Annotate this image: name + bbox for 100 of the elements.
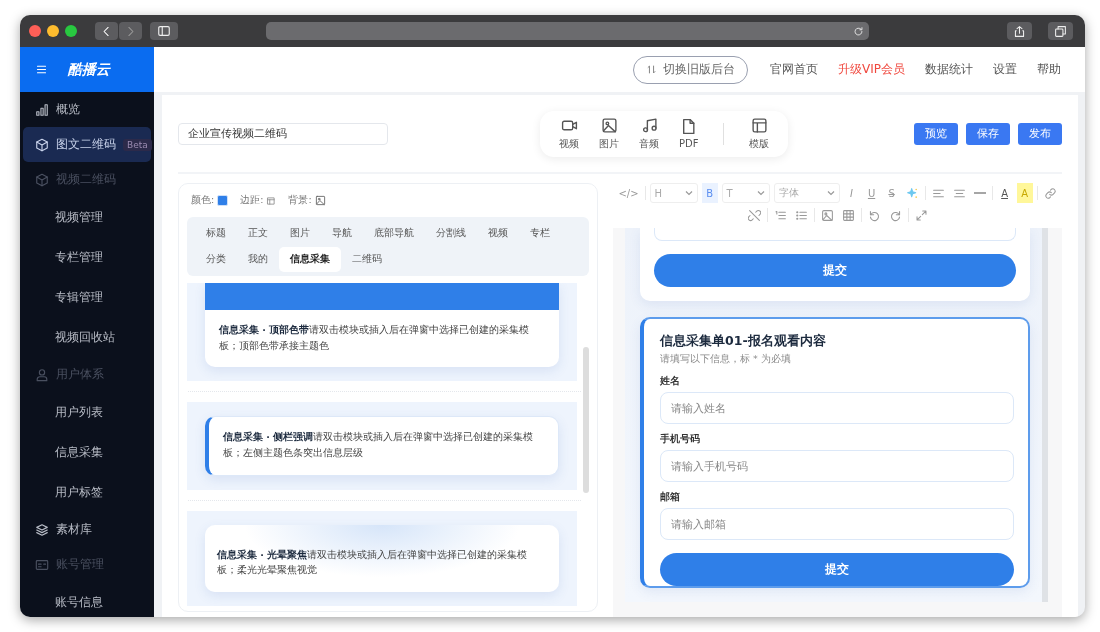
submit-button[interactable]: 提交 — [660, 553, 1014, 586]
action-button[interactable]: 预览 — [914, 122, 958, 145]
category-tab[interactable]: 我的 — [237, 247, 279, 272]
forward-button[interactable] — [119, 22, 142, 40]
image-icon — [600, 116, 618, 134]
insert-video-button[interactable]: 视频 — [556, 116, 582, 151]
category-tab[interactable]: 正文 — [237, 221, 279, 246]
field-label: 姓名 — [660, 375, 681, 388]
option-label: 边距: — [240, 194, 264, 207]
id-card-icon — [35, 557, 49, 572]
music-note-icon — [640, 116, 658, 134]
undo-icon — [867, 208, 881, 222]
expand-icon — [914, 208, 928, 222]
template-card[interactable]: 信息采集 · 侧栏强调请双击模块或插入后在弹窗中选择已创建的采集模板；左侧主题色条突出信息层级 — [205, 416, 559, 476]
nav-link[interactable]: 帮助 — [1027, 61, 1071, 78]
input-field[interactable]: 请输入姓名 — [660, 392, 1014, 424]
action-button[interactable]: 发布 — [1018, 122, 1062, 145]
input-field[interactable]: 请输入手机号码 — [660, 450, 1014, 482]
option-label: 背景: — [288, 194, 312, 207]
cube-icon — [35, 137, 49, 152]
share-button[interactable] — [1007, 22, 1032, 40]
chevron-down-icon — [684, 189, 693, 197]
swap-icon — [646, 64, 657, 75]
tabs-button[interactable] — [1048, 22, 1073, 40]
field-label: 手机号码 — [660, 433, 701, 446]
category-tab[interactable]: 二维码 — [341, 247, 393, 272]
form-title: 信息采集单01-报名观看内容 — [660, 333, 827, 350]
submit-button[interactable]: 提交 — [654, 254, 1016, 287]
nav-link[interactable]: 数据统计 — [915, 61, 983, 78]
zoom-button[interactable] — [65, 25, 77, 37]
sidebar-item[interactable]: 概览 — [23, 92, 151, 127]
menu-icon — [35, 63, 48, 76]
category-tab[interactable]: 专栏 — [519, 221, 561, 246]
category-tab[interactable]: 分类 — [195, 247, 237, 272]
category-tab[interactable]: 分割线 — [425, 221, 477, 246]
chevron-down-icon — [826, 189, 835, 197]
cube-icon — [35, 172, 49, 187]
padding-icon — [266, 195, 277, 206]
sidebar-item[interactable]: 信息采集 — [23, 432, 151, 472]
form-subtitle: 请填写以下信息，标 * 为必填 — [660, 353, 792, 366]
sparkle-icon — [905, 186, 919, 200]
template-description: 信息采集 · 光晕聚焦请双击模块或插入后在弹窗中选择已创建的采集模板；柔光光晕聚焦视觉 — [216, 547, 529, 578]
brand-logo: 酷播云 — [68, 60, 110, 79]
user-icon — [35, 367, 49, 382]
scrollbar[interactable] — [583, 347, 589, 493]
form-card[interactable]: 信息采集单01-报名观看内容 请填写以下信息，标 * 为必填 姓名 请输入姓名 手机号码 请输入手机号码 邮箱 请输入邮箱 提交 — [640, 317, 1030, 588]
insert-pdf-button[interactable]: PDF — [676, 118, 702, 149]
chevron-down-icon — [756, 189, 765, 197]
action-button[interactable]: 保存 — [966, 122, 1010, 145]
category-tab[interactable]: 标题 — [195, 221, 237, 246]
category-tab[interactable]: 视频 — [477, 221, 519, 246]
nav-link[interactable]: 设置 — [983, 61, 1027, 78]
field-label: 邮箱 — [660, 491, 681, 504]
template-description: 信息采集 · 侧栏强调请双击模块或插入后在弹窗中选择已创建的采集模板；左侧主题色条突出信息层级 — [222, 430, 535, 460]
category-tab[interactable]: 信息采集 — [279, 247, 341, 272]
image-icon — [314, 195, 326, 206]
beta-badge: Beta — [123, 138, 152, 151]
title-field[interactable]: 企业宣传视频二维码 — [178, 122, 388, 145]
tabs-icon — [1054, 24, 1067, 38]
back-button[interactable] — [95, 22, 118, 40]
layers-icon — [35, 522, 49, 537]
share-icon — [1013, 24, 1026, 38]
sidebar-item[interactable]: 账号信息 — [23, 582, 151, 617]
nav-link[interactable]: 官网首页 — [760, 61, 828, 78]
input-field[interactable] — [654, 228, 1016, 241]
insert-audio-button[interactable]: 音频 — [636, 116, 662, 151]
link-icon — [1043, 186, 1057, 200]
fontcolor-button[interactable]: A — [996, 183, 1013, 203]
horizontal-rule-icon — [973, 192, 986, 194]
reload-icon — [853, 25, 864, 37]
sidebar-item[interactable]: 专辑管理 — [23, 277, 151, 317]
minimize-button[interactable] — [47, 25, 59, 37]
close-button[interactable] — [29, 25, 41, 37]
category-tab[interactable]: 图片 — [279, 221, 321, 246]
image-icon — [820, 208, 834, 222]
sidebar-toggle-button[interactable] — [150, 22, 178, 40]
insert-image-button[interactable]: 图片 — [596, 116, 622, 151]
sidebar-item[interactable]: 视频回收站 — [23, 317, 151, 357]
table-icon — [841, 208, 855, 222]
option-label: 颜色: — [191, 194, 215, 207]
category-tab[interactable]: 导航 — [321, 221, 363, 246]
nav-link[interactable]: 升级VIP会员 — [828, 61, 915, 78]
sidebar-item[interactable]: 视频管理 — [23, 197, 151, 237]
form-card[interactable]: 提交 — [640, 228, 1030, 301]
template-description: 信息采集 · 顶部色带请双击模块或插入后在弹窗中选择已创建的采集模板；顶部色带承接主题色 — [218, 323, 531, 353]
bar-chart-icon — [35, 102, 49, 117]
sidebar-item[interactable]: 用户列表 — [23, 392, 151, 432]
document-icon — [680, 118, 698, 135]
category-tab[interactable]: 底部导航 — [363, 221, 425, 246]
insert-template-button[interactable]: 模版 — [746, 116, 773, 151]
scrollbar[interactable] — [1042, 228, 1048, 602]
sidebar-item[interactable]: 图文二维码 Beta — [23, 127, 151, 162]
sidebar-item[interactable]: 专栏管理 — [23, 237, 151, 277]
template-card[interactable]: 信息采集 · 光晕聚焦请双击模块或插入后在弹窗中选择已创建的采集模板；柔光光晕聚焦视觉 — [205, 524, 559, 593]
input-field[interactable]: 请输入邮箱 — [660, 508, 1014, 540]
sidebar-item[interactable]: 素材库 — [23, 512, 151, 547]
color-swatch[interactable] — [217, 195, 229, 206]
sidebar-item[interactable]: 用户标签 — [23, 472, 151, 512]
bullet-list-icon — [794, 208, 808, 222]
template-card[interactable]: 信息采集 · 顶部色带请双击模块或插入后在弹窗中选择已创建的采集模板；顶部色带承接主题色 — [205, 283, 559, 368]
